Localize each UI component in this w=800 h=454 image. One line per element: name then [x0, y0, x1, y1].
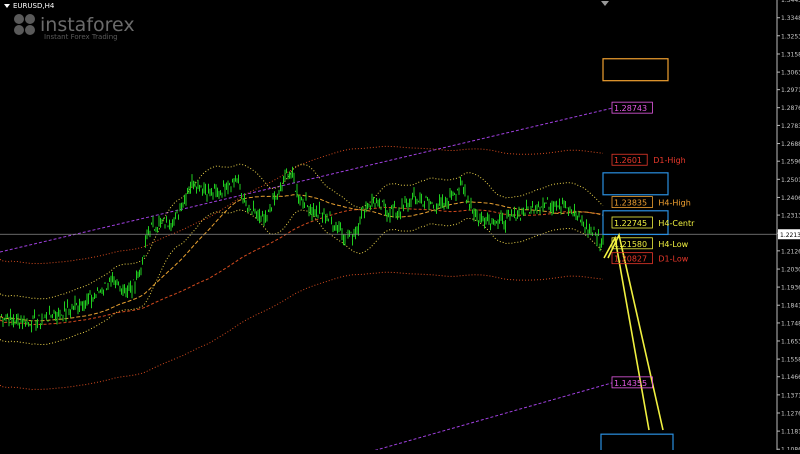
y-axis-tick-label: 1.18410: [781, 303, 800, 310]
y-axis-tick-label: 1.29710: [781, 87, 800, 94]
y-axis-tick-label: 1.25960: [781, 159, 800, 166]
caret-down-icon: [4, 4, 10, 8]
y-axis-tick-label: 1.16535: [781, 338, 800, 345]
d1-high-tag-label: D1-High: [653, 156, 686, 165]
h4-high-price-label: 1.23835: [614, 199, 647, 208]
h4-centr-price-label: 1.22745: [614, 219, 647, 228]
y-axis-tick-label: 1.17480: [781, 320, 800, 327]
current-price-label: 1.22132: [780, 232, 800, 239]
y-axis-tick-label: 1.21260: [781, 248, 800, 255]
chart-canvas[interactable]: 1.28743 1.2601 D1-High 1.23835 H4-High 1.2274…: [0, 0, 800, 454]
logo-text: instaforex: [40, 14, 135, 36]
y-axis-tick-label: 1.20305: [781, 267, 800, 274]
y-axis-tick-label: 1.31580: [781, 51, 800, 58]
d1-high-price-label: 1.2601: [614, 156, 642, 165]
lower-target-price-label: 1.14355: [614, 379, 647, 388]
chart-shift-marker-icon[interactable]: [601, 1, 609, 6]
y-axis-tick-label: 1.32535: [781, 33, 800, 40]
y-axis-tick-label: 1.26885: [781, 141, 800, 148]
h4-high-tag-label: H4-High: [658, 199, 690, 208]
h4-low-price-label: 1.21580: [614, 240, 647, 249]
y-axis-tick-label: 1.24060: [781, 195, 800, 202]
h4-low-tag-label: H4-Low: [658, 240, 688, 249]
y-axis-tick-label: 1.12760: [781, 410, 800, 417]
y-axis-tick-label: 1.30630: [781, 70, 800, 77]
y-axis-tick-label: 1.33480: [781, 15, 800, 22]
logo-tagline: Instant Forex Trading: [44, 33, 118, 41]
y-axis-tick-label: 1.15585: [781, 357, 800, 364]
h4-centr-tag-label: H4-Centr: [658, 219, 695, 228]
y-axis-tick-label: 1.27835: [781, 123, 800, 130]
d1-low-price-label: 1.20827: [614, 255, 647, 264]
y-axis-tick-label: 1.19360: [781, 285, 800, 292]
y-axis-tick-label: 1.25010: [781, 177, 800, 184]
y-axis-tick-label: 1.14660: [781, 374, 800, 381]
instaforex-mark-icon: [14, 14, 36, 36]
y-axis-tick-label: 1.23135: [781, 213, 800, 220]
y-axis-tick-label: 1.11810: [781, 429, 800, 436]
symbol-title: EURUSD,H4: [4, 2, 54, 10]
d1-low-tag-label: D1-Low: [658, 255, 688, 264]
price-chart[interactable]: 1.28743 1.2601 D1-High 1.23835 H4-High 1.2274…: [0, 0, 800, 454]
upper-target-price-label: 1.28743: [614, 104, 647, 113]
y-axis-tick-label: 1.28765: [781, 105, 800, 112]
y-axis-tick-label: 1.34435: [781, 0, 800, 4]
symbol-title-text: EURUSD,H4: [13, 2, 55, 10]
y-axis-tick-label: 1.13710: [781, 392, 800, 399]
